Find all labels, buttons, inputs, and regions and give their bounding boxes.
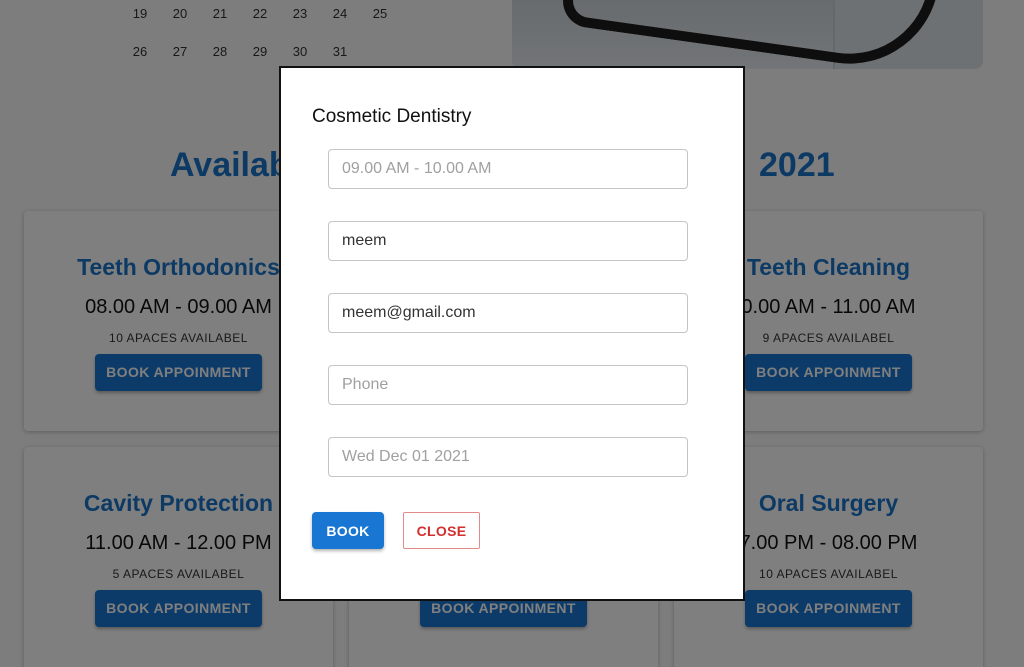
email-field[interactable] xyxy=(328,293,688,333)
time-slot-field xyxy=(328,149,688,189)
modal-title: Cosmetic Dentistry xyxy=(312,106,472,127)
name-field[interactable] xyxy=(328,221,688,261)
phone-field[interactable] xyxy=(328,365,688,405)
date-field xyxy=(328,437,688,477)
booking-modal: Cosmetic Dentistry BOOK CLOSE xyxy=(279,66,745,601)
book-button[interactable]: BOOK xyxy=(312,512,384,549)
close-button[interactable]: CLOSE xyxy=(403,512,480,549)
